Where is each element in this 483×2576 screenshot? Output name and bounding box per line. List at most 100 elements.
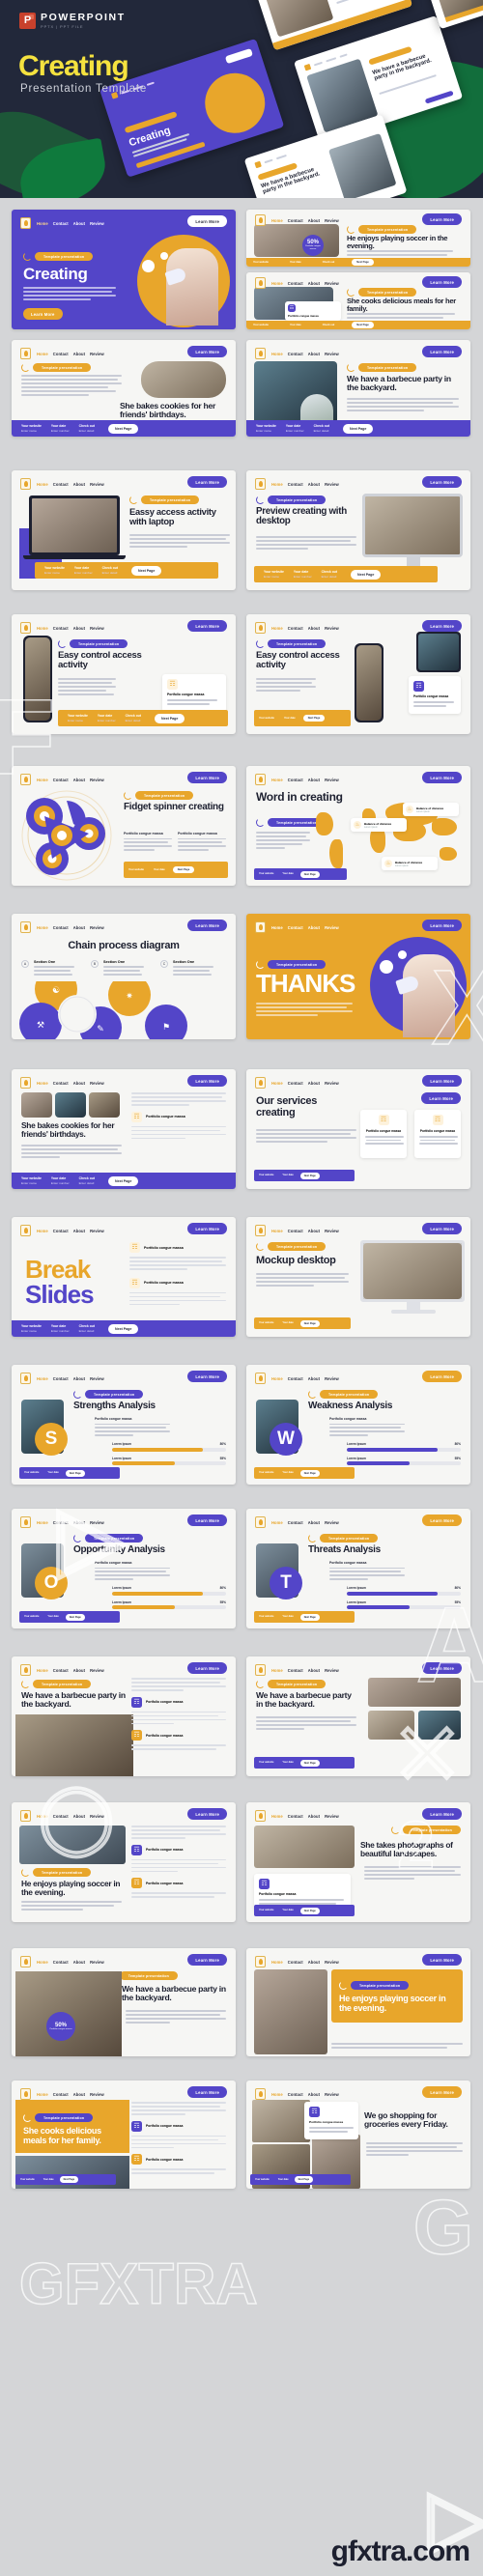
slide-soccer-detail[interactable]: Home Contact About Review Learn More Templa…: [12, 1802, 236, 1922]
nav-item-review[interactable]: Review: [325, 925, 339, 930]
nav-item-review[interactable]: Review: [90, 1520, 104, 1525]
learn-more-button[interactable]: Learn More: [187, 772, 227, 783]
learn-more-button[interactable]: Learn More: [422, 1223, 462, 1234]
nav-item-contact[interactable]: Contact: [288, 218, 303, 223]
learn-more-button[interactable]: Learn More: [422, 2086, 462, 2098]
nav-item-contact[interactable]: Contact: [53, 2092, 69, 2097]
learn-more-button[interactable]: Learn More: [187, 1808, 227, 1820]
learn-more-button[interactable]: Learn More: [422, 476, 462, 488]
nav-item-home[interactable]: Home: [271, 2092, 283, 2097]
nav-item-about[interactable]: About: [73, 2092, 85, 2097]
next-page-button[interactable]: Next Page: [343, 423, 374, 434]
nav-item-review[interactable]: Review: [90, 482, 104, 487]
slide-weakness[interactable]: Home Contact About Review Learn More W Temp…: [246, 1365, 470, 1485]
nav-item-contact[interactable]: Contact: [53, 482, 69, 487]
slide-desktop-preview[interactable]: Home Contact About Review Learn More Templa…: [246, 470, 470, 590]
nav-item-home[interactable]: Home: [37, 925, 48, 930]
slide-groceries[interactable]: Home Contact About Review Learn More ☶ Port…: [246, 2081, 470, 2189]
nav-item-about[interactable]: About: [73, 1814, 85, 1819]
next-page-button[interactable]: Next Page: [294, 2176, 314, 2183]
nav-item-home[interactable]: Home: [271, 1960, 283, 1965]
learn-more-button[interactable]: Learn More: [187, 1371, 227, 1382]
nav-item-about[interactable]: About: [73, 1081, 85, 1086]
nav-item-about[interactable]: About: [308, 1081, 320, 1086]
nav-item-home[interactable]: Home: [271, 482, 283, 487]
slide-bakes[interactable]: Home Contact About Review Learn More Templa…: [12, 340, 236, 437]
next-page-button[interactable]: Next Page: [108, 1175, 139, 1186]
nav-item-home[interactable]: Home: [37, 2092, 48, 2097]
slide-thanks[interactable]: Home Contact About Review Learn More Templa…: [246, 914, 470, 1039]
learn-more-button[interactable]: Learn More: [187, 1514, 227, 1526]
next-page-button[interactable]: Next Page: [299, 1172, 320, 1179]
nav-item-home[interactable]: Home: [37, 221, 48, 226]
nav-item-review[interactable]: Review: [90, 1668, 104, 1673]
learn-more-button[interactable]: Learn More: [422, 772, 462, 783]
nav-item-contact[interactable]: Contact: [288, 352, 303, 356]
nav-item-contact[interactable]: Contact: [53, 925, 69, 930]
learn-more-button[interactable]: Learn More: [422, 276, 462, 288]
nav-item-home[interactable]: Home: [37, 1081, 48, 1086]
nav-item-review[interactable]: Review: [325, 1960, 339, 1965]
nav-item-review[interactable]: Review: [90, 1229, 104, 1233]
learn-more-button[interactable]: Learn More: [422, 1371, 462, 1382]
nav-item-about[interactable]: About: [73, 221, 85, 226]
nav-item-contact[interactable]: Contact: [288, 1081, 303, 1086]
nav-item-contact[interactable]: Contact: [53, 1376, 69, 1381]
slide-control-1[interactable]: Home Contact About Review Learn More Templa…: [12, 614, 236, 734]
slide-threats[interactable]: Home Contact About Review Learn More T Temp…: [246, 1509, 470, 1628]
nav-item-contact[interactable]: Contact: [53, 352, 69, 356]
nav-item-review[interactable]: Review: [90, 221, 104, 226]
learn-more-button[interactable]: Learn More: [422, 920, 462, 931]
nav-item-review[interactable]: Review: [325, 1668, 339, 1673]
slide-cooks-orange[interactable]: Home Contact About Review Learn More Templa…: [12, 2081, 236, 2189]
next-page-button[interactable]: Next Page: [299, 1613, 320, 1621]
learn-more-button[interactable]: Learn More: [187, 2086, 227, 2098]
next-page-button[interactable]: Next Page: [65, 1469, 85, 1477]
next-page-button[interactable]: Next Page: [299, 1907, 320, 1914]
nav-item-review[interactable]: Review: [90, 925, 104, 930]
slide-barbecue[interactable]: Home Contact About Review Learn More Templa…: [246, 340, 470, 437]
nav-item-home[interactable]: Home: [37, 1668, 48, 1673]
nav-item-home[interactable]: Home: [271, 1229, 283, 1233]
learn-more-button[interactable]: Learn More: [187, 1223, 227, 1234]
nav-item-contact[interactable]: Contact: [288, 1668, 303, 1673]
slide-soccer[interactable]: Home Contact About Review Learn More 50% Por…: [246, 210, 470, 267]
nav-item-about[interactable]: About: [73, 1668, 85, 1673]
nav-item-review[interactable]: Review: [90, 626, 104, 631]
next-page-button[interactable]: Next Page: [352, 259, 374, 266]
next-page-button[interactable]: Next Page: [108, 423, 139, 434]
nav-item-home[interactable]: Home: [271, 778, 283, 782]
nav-item-about[interactable]: About: [308, 281, 320, 286]
nav-item-review[interactable]: Review: [325, 1814, 339, 1819]
nav-item-review[interactable]: Review: [325, 1229, 339, 1233]
nav-item-review[interactable]: Review: [90, 1960, 104, 1965]
nav-item-contact[interactable]: Contact: [288, 482, 303, 487]
slide-barbecue-photo[interactable]: Home Contact About Review Learn More Templa…: [12, 1656, 236, 1776]
nav-item-contact[interactable]: Contact: [53, 1081, 69, 1086]
nav-item-contact[interactable]: Contact: [53, 1814, 69, 1819]
next-page-button[interactable]: Next Page: [131, 565, 162, 576]
slide-control-2[interactable]: Home Contact About Review Learn More Templa…: [246, 614, 470, 734]
nav-item-about[interactable]: About: [308, 1814, 320, 1819]
next-page-button[interactable]: Next Page: [352, 322, 374, 328]
nav-item-home[interactable]: Home: [271, 352, 283, 356]
nav-item-about[interactable]: About: [73, 352, 85, 356]
next-page-button[interactable]: Next Page: [108, 1323, 139, 1334]
next-page-button[interactable]: Next Page: [299, 870, 320, 878]
nav-item-review[interactable]: Review: [90, 778, 104, 782]
nav-item-contact[interactable]: Contact: [53, 1520, 69, 1525]
slide-title[interactable]: Home Contact About Review Learn More Tem…: [12, 210, 236, 329]
nav-item-about[interactable]: About: [73, 1520, 85, 1525]
nav-item-about[interactable]: About: [308, 778, 320, 782]
next-page-button[interactable]: Next Page: [302, 715, 326, 722]
slide-barbecue-badge[interactable]: Home Contact About Review Learn More Templa…: [12, 1948, 236, 2056]
nav-item-about[interactable]: About: [308, 482, 320, 487]
nav-item-contact[interactable]: Contact: [288, 778, 303, 782]
learn-more-button[interactable]: Learn More: [422, 1514, 462, 1526]
nav-item-review[interactable]: Review: [325, 352, 339, 356]
learn-more-button[interactable]: Learn More: [187, 1662, 227, 1674]
learn-more-button[interactable]: Learn More: [187, 920, 227, 931]
nav-item-contact[interactable]: Contact: [288, 626, 303, 631]
nav-item-home[interactable]: Home: [37, 1814, 48, 1819]
slide-cta-button[interactable]: Learn More: [23, 308, 63, 320]
